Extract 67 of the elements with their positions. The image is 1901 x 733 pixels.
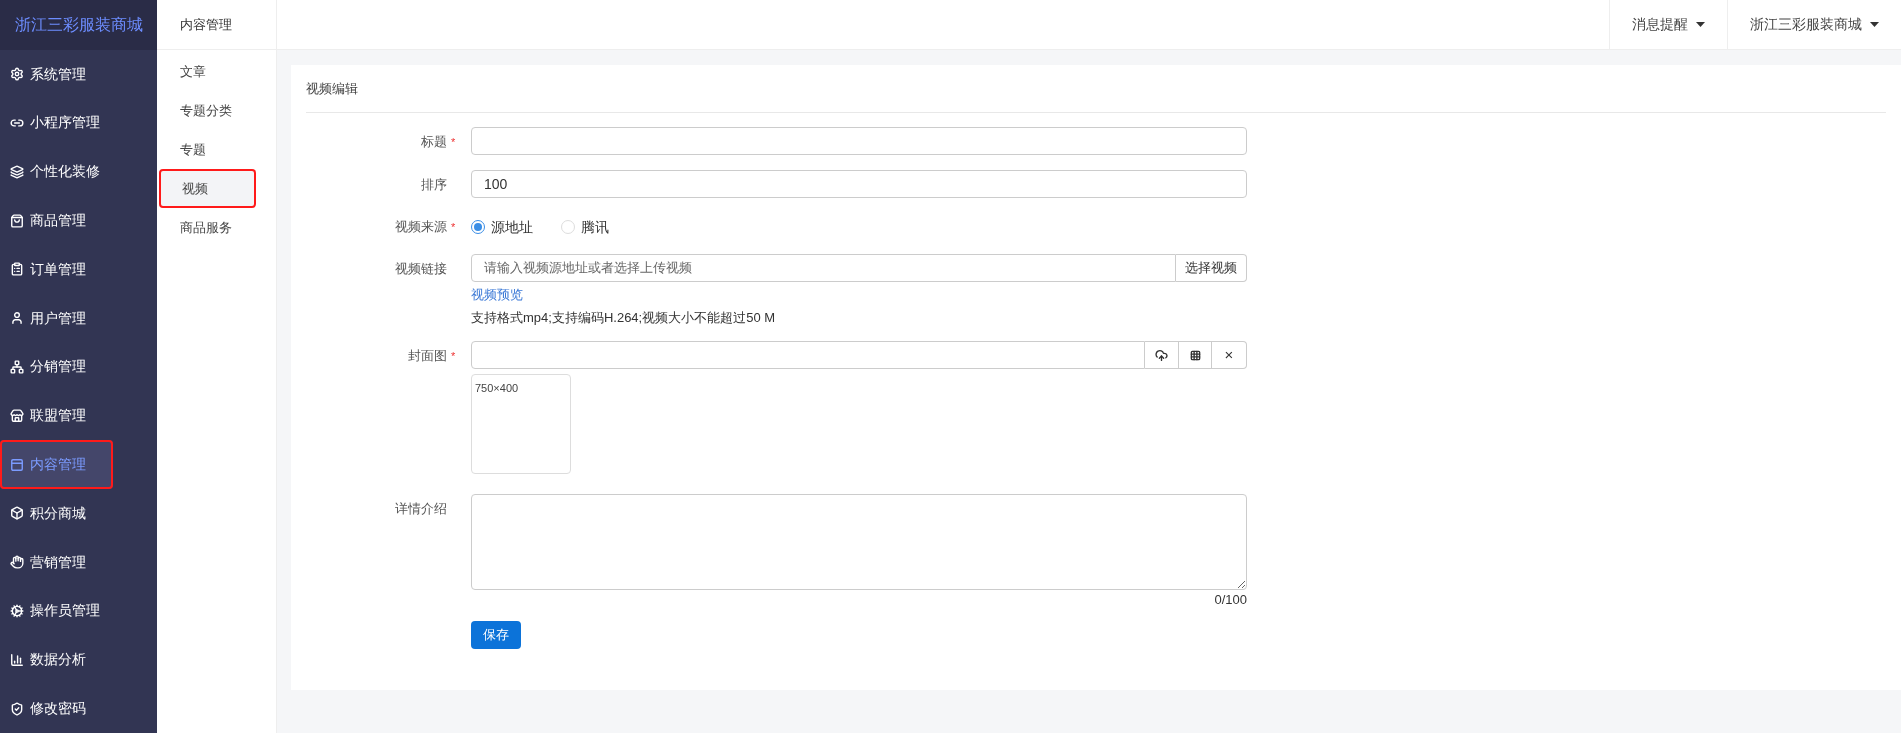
sidebar-item[interactable]: 营销管理 xyxy=(0,537,157,587)
panel-icon xyxy=(10,457,24,472)
hierarchy-icon xyxy=(10,359,24,374)
subnav-title: 内容管理 xyxy=(157,0,276,50)
sidebar-item[interactable]: 联盟管理 xyxy=(0,391,157,441)
shield-icon xyxy=(10,701,24,716)
cog-icon xyxy=(10,603,24,618)
sidebar-item[interactable]: 操作员管理 xyxy=(0,586,157,636)
field-label: 视频来源 xyxy=(395,218,447,237)
cover-input[interactable] xyxy=(471,341,1145,369)
radio-option[interactable]: 腾讯 xyxy=(561,216,609,238)
upload-button[interactable] xyxy=(1145,341,1179,369)
radio-option[interactable]: 源地址 xyxy=(471,216,533,238)
sidebar-item[interactable]: 订单管理 xyxy=(0,245,157,294)
sidebar-item[interactable]: 用户管理 xyxy=(0,293,157,343)
bar-chart-icon xyxy=(10,652,24,667)
user-icon xyxy=(10,311,24,326)
select-video-button[interactable]: 选择视频 xyxy=(1176,254,1247,282)
sidebar-item[interactable]: 数据分析 xyxy=(0,635,157,685)
subnav-item[interactable]: 专题分类 xyxy=(157,91,276,130)
title-input[interactable] xyxy=(471,127,1247,155)
clear-button[interactable]: × xyxy=(1212,341,1247,369)
required-asterisk: * xyxy=(451,348,457,364)
caret-icon xyxy=(1870,22,1879,27)
sidebar-item[interactable]: 个性化装修 xyxy=(0,147,157,197)
field-label: 详情介绍 xyxy=(395,500,447,519)
caret-icon xyxy=(1696,22,1705,27)
save-button[interactable]: 保存 xyxy=(471,620,521,649)
clipboard-icon xyxy=(10,262,24,277)
brand-title: 浙江三彩服装商城 xyxy=(0,0,157,50)
detail-textarea[interactable] xyxy=(471,494,1247,590)
cloud-upload-icon xyxy=(1155,348,1168,362)
layers-icon xyxy=(10,164,24,179)
sort-input[interactable]: 100 xyxy=(471,170,1247,198)
link-icon xyxy=(10,116,24,130)
video-preview-link[interactable]: 视频预览 xyxy=(471,285,523,305)
sidebar-item[interactable]: 修改密码 xyxy=(0,684,157,733)
header-menu[interactable]: 浙江三彩服装商城 xyxy=(1727,0,1901,49)
grid-icon xyxy=(1189,349,1201,361)
sidebar-item[interactable]: 小程序管理 xyxy=(0,98,157,148)
field-label: 视频链接 xyxy=(395,260,447,279)
gear-icon xyxy=(10,67,24,82)
subnav-item[interactable]: 文章 xyxy=(157,52,276,91)
hand-icon xyxy=(10,555,24,570)
video-link-input[interactable]: 请输入视频源地址或者选择上传视频 xyxy=(471,254,1176,282)
required-asterisk: * xyxy=(451,219,457,235)
subnav-item[interactable]: 商品服务 xyxy=(157,208,276,247)
size-hint: 750×400 xyxy=(475,382,519,394)
bag-icon xyxy=(10,213,24,228)
panel-title: 视频编辑 xyxy=(306,65,1886,113)
sidebar-item[interactable]: 商品管理 xyxy=(0,196,157,245)
format-hint: 支持格式mp4;支持编码H.264;视频大小不能超过50 M xyxy=(471,308,777,327)
char-counter: 0/100 xyxy=(1214,591,1247,609)
sidebar-item[interactable]: 积分商城 xyxy=(0,488,157,538)
subnav-item[interactable]: 视频 xyxy=(159,169,256,208)
sidebar-item[interactable]: 内容管理 xyxy=(0,440,113,489)
field-label: 封面图 xyxy=(408,347,447,366)
cube-icon xyxy=(10,506,24,521)
gallery-button[interactable] xyxy=(1179,341,1212,369)
sidebar-item[interactable]: 分销管理 xyxy=(0,342,157,392)
field-label: 排序 xyxy=(421,176,447,195)
required-asterisk: * xyxy=(451,134,457,150)
header-menu[interactable]: 消息提醒 xyxy=(1609,0,1727,49)
subnav-item[interactable]: 专题 xyxy=(157,130,276,169)
field-label: 标题 xyxy=(421,133,447,152)
store-icon xyxy=(10,408,24,423)
sidebar-item[interactable]: 系统管理 xyxy=(0,49,157,99)
